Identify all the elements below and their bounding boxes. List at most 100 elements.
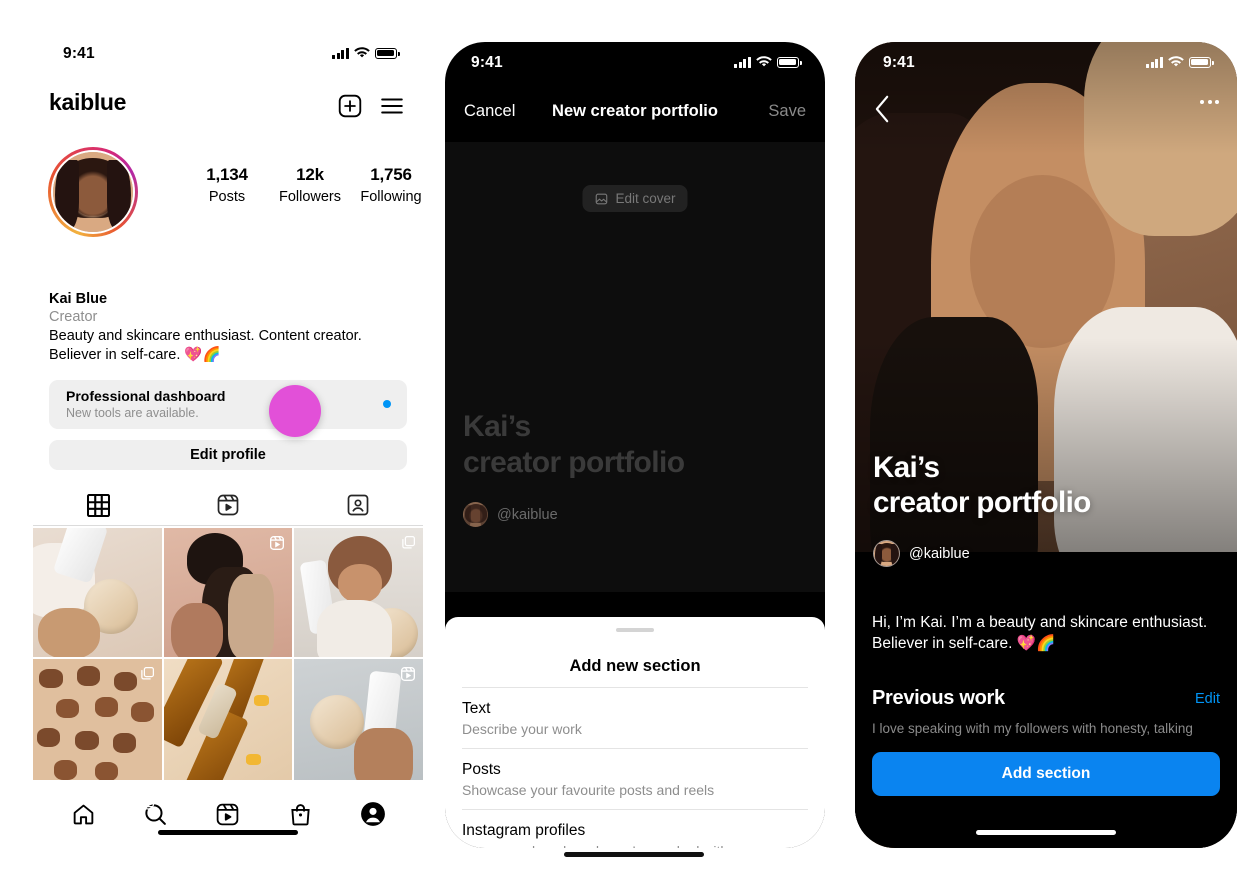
signal-icon xyxy=(734,56,751,68)
stat-number: 1,134 xyxy=(206,165,248,184)
profile-stats-row: 1,134 Posts 12k Followers 1,756 Followin… xyxy=(33,143,423,239)
stat-posts[interactable]: 1,134 Posts xyxy=(181,165,273,205)
profile-icon xyxy=(360,802,385,826)
profile-tabs xyxy=(33,485,423,526)
option-subtitle: Show people or brands you’ve worked with xyxy=(462,843,808,848)
add-section-label: Add section xyxy=(1001,765,1091,782)
home-indicator xyxy=(158,830,298,835)
phone-3-portfolio-preview: 9:41 Kai’s creator portfolio @kaiblue Hi… xyxy=(855,42,1237,848)
portfolio-byline: @kaiblue xyxy=(463,502,558,527)
sheet-grabber[interactable] xyxy=(616,628,654,632)
phone-2-new-portfolio-editor: 9:41 Cancel New creator portfolio Save E… xyxy=(445,42,825,848)
avatar xyxy=(463,502,488,527)
sheet-title: Add new section xyxy=(569,657,701,675)
signal-icon xyxy=(1146,56,1163,68)
home-indicator xyxy=(564,852,704,857)
add-section-sheet: Add new section Text Describe your work … xyxy=(445,617,825,848)
portfolio-handle: @kaiblue xyxy=(497,506,558,523)
professional-dashboard-card[interactable]: Professional dashboard New tools are ava… xyxy=(49,380,407,429)
option-text[interactable]: Text Describe your work xyxy=(462,687,808,748)
grid-post-1[interactable] xyxy=(33,528,162,657)
edit-profile-button[interactable]: Edit profile xyxy=(49,440,407,470)
dashboard-subtitle: New tools are available. xyxy=(66,406,199,420)
battery-icon xyxy=(375,47,400,59)
option-instagram-profiles[interactable]: Instagram profiles Show people or brands… xyxy=(462,809,808,848)
grid-post-4[interactable] xyxy=(33,658,162,788)
portfolio-content: Hi, I’m Kai. I’m a beauty and skincare e… xyxy=(855,592,1237,848)
hamburger-menu-icon[interactable] xyxy=(379,93,405,119)
plus-square-icon[interactable] xyxy=(337,93,363,119)
profile-bio-line-2: Believer in self-care. 💖🌈 xyxy=(49,347,221,363)
carousel-icon xyxy=(402,535,415,549)
avatar[interactable] xyxy=(48,147,138,237)
home-icon xyxy=(73,804,93,824)
profile-header: kaiblue xyxy=(33,77,423,129)
shopping-bag-icon xyxy=(291,803,310,825)
status-time: 9:41 xyxy=(883,54,915,71)
stat-following[interactable]: 1,756 Following xyxy=(345,165,423,205)
profile-category: Creator xyxy=(49,309,98,325)
portfolio-title-line-1: Kai’s xyxy=(463,410,531,443)
tab-grid[interactable] xyxy=(33,485,163,525)
nav-profile[interactable] xyxy=(358,799,388,829)
tab-tagged[interactable] xyxy=(293,485,423,525)
tagged-user-icon xyxy=(347,494,369,516)
option-posts[interactable]: Posts Showcase your favourite posts and … xyxy=(462,748,808,809)
stat-label: Following xyxy=(360,189,422,205)
portfolio-title: Kai’s creator portfolio xyxy=(463,409,685,481)
wifi-icon xyxy=(1168,56,1184,67)
portfolio-title-line-2: creator portfolio xyxy=(463,446,685,479)
reels-icon xyxy=(217,494,239,516)
avatar xyxy=(873,540,900,567)
status-bar: 9:41 xyxy=(33,33,423,77)
battery-icon xyxy=(777,56,802,68)
option-title: Text xyxy=(462,700,491,717)
nav-shop[interactable] xyxy=(285,799,315,829)
option-subtitle: Describe your work xyxy=(462,721,582,737)
bottom-navigation-bar xyxy=(33,780,423,848)
profile-bio-line-1: Beauty and skincare enthusiast. Content … xyxy=(49,328,362,344)
page-title: kaiblue xyxy=(49,89,127,115)
option-subtitle: Showcase your favourite posts and reels xyxy=(462,782,715,798)
edit-cover-label: Edit cover xyxy=(615,191,676,206)
stat-followers[interactable]: 12k Followers xyxy=(264,165,356,205)
more-options-icon[interactable] xyxy=(1200,100,1219,104)
carousel-icon xyxy=(140,666,154,680)
dashboard-title: Professional dashboard xyxy=(66,388,226,404)
status-badge xyxy=(383,400,391,408)
nav-reels[interactable] xyxy=(213,799,243,829)
grid-icon xyxy=(86,493,110,517)
tab-reels[interactable] xyxy=(163,485,293,525)
portfolio-title-line-1: Kai’s xyxy=(873,451,940,484)
edit-section-button[interactable]: Edit xyxy=(1195,691,1220,707)
battery-icon xyxy=(1189,56,1214,68)
status-bar: 9:41 xyxy=(445,42,825,86)
chevron-left-icon[interactable] xyxy=(873,94,892,124)
portfolio-handle: @kaiblue xyxy=(909,545,970,562)
status-icons xyxy=(734,56,802,68)
profile-bio: Kai Blue Creator Beauty and skincare ent… xyxy=(49,291,409,365)
portfolio-title-line-2: creator portfolio xyxy=(873,486,1091,519)
grid-post-6[interactable] xyxy=(294,658,423,788)
option-title: Posts xyxy=(462,761,501,778)
portfolio-title: Kai’s creator portfolio xyxy=(873,450,1091,520)
screenshot-stage: 9:41 kaiblue 1,134 Posts 12k Followers 1… xyxy=(0,0,1260,880)
stat-number: 12k xyxy=(296,165,324,184)
reels-icon xyxy=(270,536,285,550)
section-title: Previous work xyxy=(872,687,1005,709)
reels-icon xyxy=(401,666,415,681)
status-bar: 9:41 xyxy=(855,42,1237,86)
status-icons xyxy=(1146,56,1214,68)
portfolio-bio: Hi, I’m Kai. I’m a beauty and skincare e… xyxy=(872,614,1208,652)
grid-post-5[interactable] xyxy=(163,658,293,788)
grid-post-2[interactable] xyxy=(163,528,293,657)
stat-number: 1,756 xyxy=(370,165,412,184)
phone-1-instagram-profile: 9:41 kaiblue 1,134 Posts 12k Followers 1… xyxy=(33,33,423,848)
add-section-button[interactable]: Add section xyxy=(872,752,1220,796)
edit-cover-button[interactable]: Edit cover xyxy=(582,185,688,212)
carousel-icon xyxy=(140,797,154,810)
grid-post-3[interactable] xyxy=(294,528,423,657)
nav-home[interactable] xyxy=(68,799,98,829)
save-button[interactable]: Save xyxy=(768,102,806,121)
signal-icon xyxy=(332,47,349,59)
